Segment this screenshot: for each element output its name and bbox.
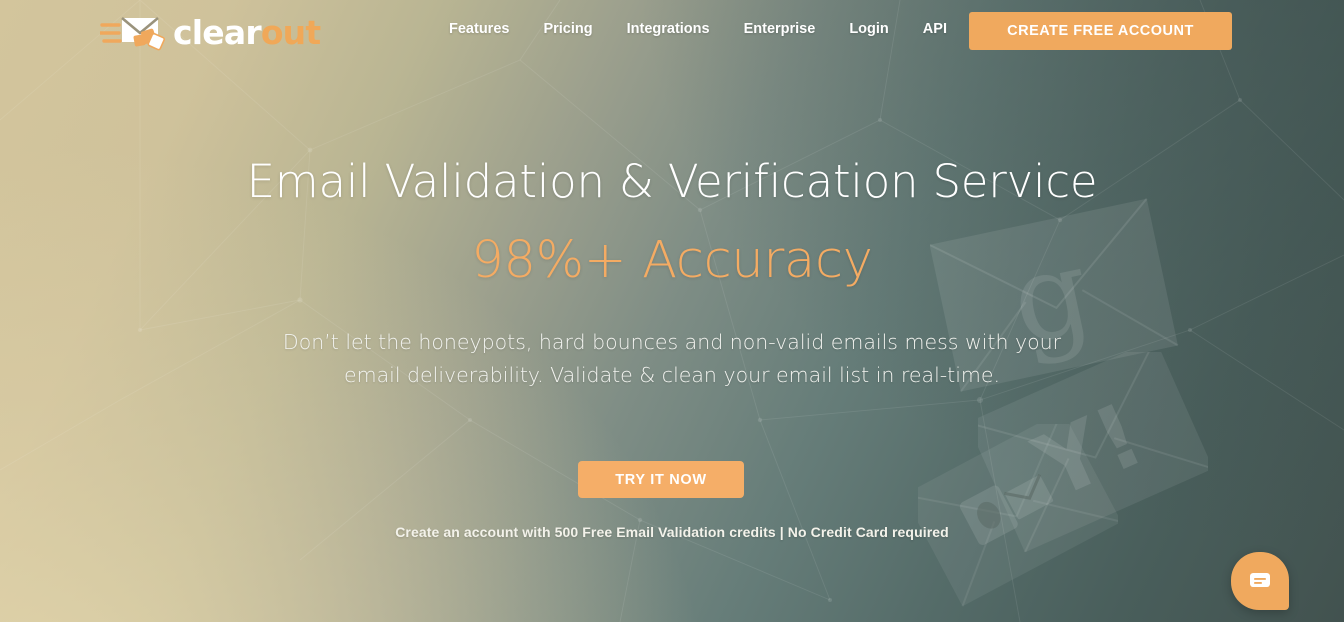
- hero-accuracy-headline: 98%+ Accuracy: [471, 231, 873, 290]
- brand-wordmark-primary: clear: [173, 13, 262, 52]
- brand-logo[interactable]: clearout: [98, 8, 321, 57]
- hero-footnote: Create an account with 500 Free Email Va…: [395, 524, 949, 540]
- main-navigation: Features Pricing Integrations Enterprise…: [449, 22, 947, 37]
- envelope-speed-icon: [98, 8, 166, 57]
- chat-widget-button[interactable]: [1231, 552, 1289, 610]
- svg-text:Y!: Y!: [1020, 383, 1158, 520]
- envelope-outlook-decoration: [918, 424, 1118, 614]
- hero-description: Don’t let the honeypots, hard bounces an…: [282, 330, 1062, 388]
- brand-wordmark-accent: out: [260, 13, 321, 52]
- nav-item-pricing[interactable]: Pricing: [543, 22, 592, 37]
- hero-section: g Y! clearout Features Pricing Integrati…: [0, 0, 1344, 622]
- try-it-now-button[interactable]: TRY IT NOW: [578, 461, 744, 498]
- nav-item-api[interactable]: API: [923, 22, 947, 37]
- chat-bubble-icon: [1247, 567, 1273, 596]
- nav-item-login[interactable]: Login: [849, 22, 888, 37]
- hero-title: Email Validation & Verification Service: [246, 155, 1098, 208]
- nav-item-features[interactable]: Features: [449, 22, 509, 37]
- create-free-account-button[interactable]: CREATE FREE ACCOUNT: [969, 12, 1232, 50]
- nav-item-integrations[interactable]: Integrations: [627, 22, 710, 37]
- nav-item-enterprise[interactable]: Enterprise: [744, 22, 816, 37]
- site-header: clearout Features Pricing Integrations E…: [0, 0, 1344, 62]
- brand-wordmark: clearout: [173, 13, 321, 52]
